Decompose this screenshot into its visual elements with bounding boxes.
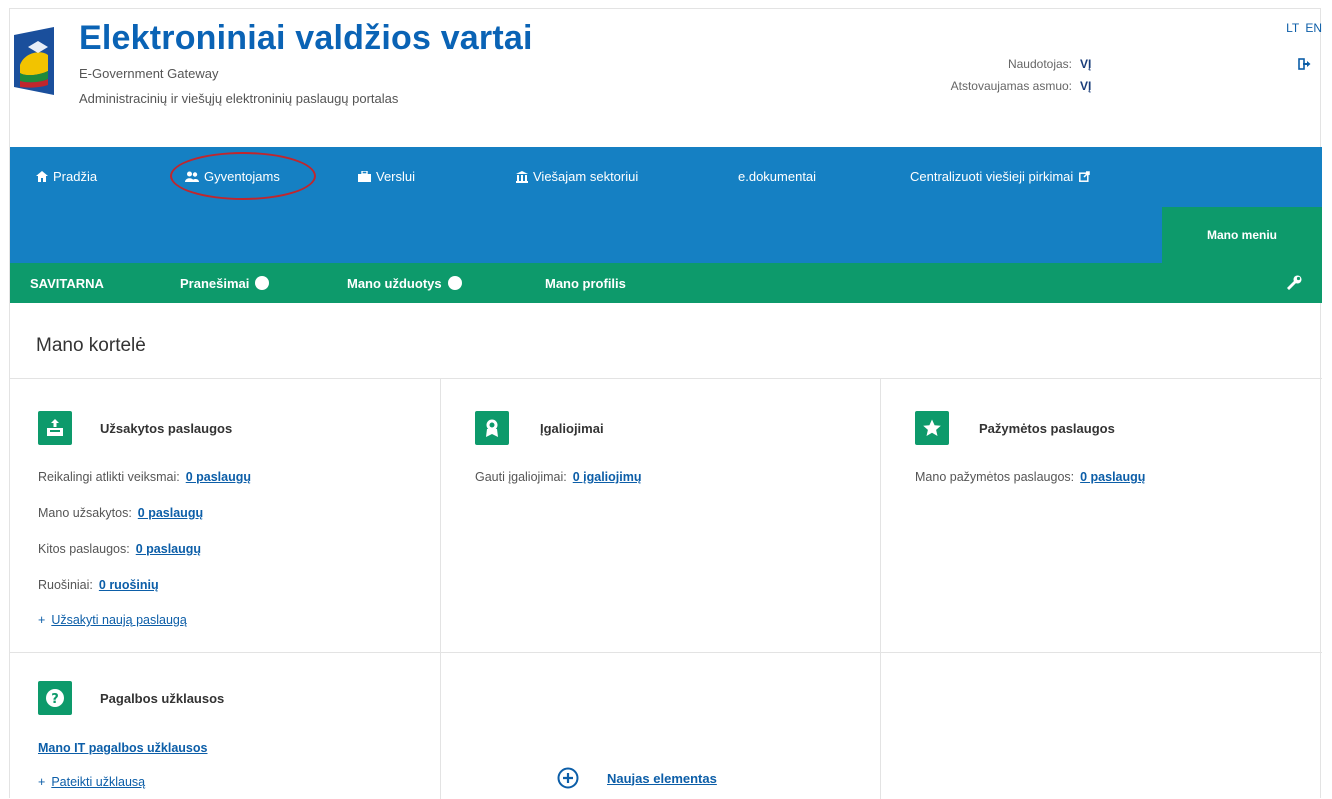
plus-icon: +: [38, 613, 46, 627]
briefcase-icon: [358, 171, 371, 182]
it-help-requests-link[interactable]: Mano IT pagalbos užklausos: [38, 741, 207, 755]
list-item: Mano IT pagalbos užklausos: [38, 741, 207, 755]
nav-label: Verslui: [376, 169, 416, 184]
tile-pazymetos-paslaugos: Pažymėtos paslaugos Mano pažymėtos pasla…: [881, 379, 1322, 653]
subnav-mano-profilis[interactable]: Mano profilis: [545, 263, 626, 303]
site-title[interactable]: Elektroniniai valdžios vartai: [79, 19, 533, 58]
row-label: Mano užsakytos:: [38, 506, 132, 520]
plus-icon: +: [38, 775, 46, 789]
represented-row: Atstovaujamas asmuo: VĮ: [940, 79, 1120, 93]
page: Elektroniniai valdžios vartai E-Governme…: [9, 8, 1322, 799]
nav-centralizuoti-pirkimai[interactable]: Centralizuoti viešieji pirkimai: [910, 169, 1091, 184]
list-item: Mano pažymėtos paslaugos: 0 paslaugų: [915, 470, 1145, 484]
nav-pradzia[interactable]: Pradžia: [36, 169, 97, 184]
subnav-savitarna[interactable]: SAVITARNA: [30, 263, 104, 303]
row-label: Gauti įgaliojimai:: [475, 470, 567, 484]
list-item: Ruošiniai: 0 ruošinių: [38, 578, 159, 592]
nav-verslui[interactable]: Verslui: [358, 169, 415, 184]
tile-title: Užsakytos paslaugos: [100, 421, 233, 436]
external-link-icon: [1079, 171, 1091, 182]
nav-viesajam-sektoriui[interactable]: Viešajam sektoriui: [516, 169, 638, 184]
tile-uzsakytos-paslaugos: Užsakytos paslaugos Reikalingi atlikti v…: [10, 379, 441, 653]
user-row: Naudotojas: VĮ: [940, 57, 1120, 71]
user-value: VĮ: [1080, 57, 1092, 71]
highlight-circle: [170, 152, 316, 200]
site-subtitle-en: E-Government Gateway: [79, 66, 219, 81]
user-label: Naudotojas:: [1007, 57, 1072, 71]
tile-pagalbos-uzklausos: ? Pagalbos užklausos Mano IT pagalbos už…: [10, 653, 441, 799]
main-navigation: Pradžia Gyventojams Verslui Viešajam sek…: [10, 147, 1322, 263]
subnav-mano-uzduotys[interactable]: Mano užduotys: [347, 263, 462, 303]
subnav-label: Pranešimai: [180, 275, 250, 291]
tile-title: Įgaliojimai: [540, 421, 604, 436]
nav-label: Viešajam sektoriui: [533, 169, 639, 184]
nav-e-dokumentai[interactable]: e.dokumentai: [738, 169, 816, 184]
tile-title: Pažymėtos paslaugos: [979, 421, 1115, 436]
lang-lt-link[interactable]: LT: [1286, 21, 1299, 35]
wrench-icon[interactable]: [1286, 275, 1302, 295]
order-new-service[interactable]: + Užsakyti naują paslaugą: [38, 613, 187, 627]
mano-meniu-tab[interactable]: Mano meniu: [1162, 207, 1322, 263]
row-label: Kitos paslaugos:: [38, 542, 130, 556]
task-badge: [447, 276, 462, 290]
lang-en-link[interactable]: EN: [1305, 21, 1322, 35]
notification-badge: [255, 276, 270, 290]
user-info: Naudotojas: VĮ Atstovaujamas asmuo: VĮ: [940, 57, 1120, 101]
add-new-element-link[interactable]: Naujas elementas: [607, 771, 717, 786]
subnav-label: Mano užduotys: [347, 275, 442, 291]
nav-label: e.dokumentai: [738, 169, 817, 184]
row-label: Reikalingi atlikti veiksmai:: [38, 470, 180, 484]
submit-request[interactable]: + Pateikti užklausą: [38, 775, 145, 789]
represented-value[interactable]: VĮ: [1080, 79, 1091, 93]
subnav-pranesimai[interactable]: Pranešimai: [180, 263, 270, 303]
language-switcher: LT EN: [1283, 21, 1322, 35]
list-item: Gauti įgaliojimai: 0 įgaliojimų: [475, 470, 641, 484]
help-icon: ?: [38, 681, 72, 715]
home-icon: [36, 171, 48, 182]
row-link[interactable]: 0 įgaliojimų: [573, 470, 642, 484]
list-item: Reikalingi atlikti veiksmai: 0 paslaugų: [38, 470, 251, 484]
tile-igaliojimai: Įgaliojimai Gauti įgaliojimai: 0 įgalioji…: [441, 379, 881, 653]
sub-navigation: SAVITARNA Pranešimai Mano užduotys Mano …: [10, 263, 1322, 303]
submit-request-link[interactable]: Pateikti užklausą: [51, 775, 145, 789]
order-icon: [38, 411, 72, 445]
add-new-element[interactable]: Naujas elementas: [557, 767, 717, 789]
site-subtitle-portal: Administracinių ir viešųjų elektroninių …: [79, 91, 399, 106]
row-link[interactable]: 0 paslaugų: [1080, 470, 1145, 484]
nav-label: Centralizuoti viešieji pirkimai: [910, 169, 1074, 184]
card-header: Mano kortelė: [10, 303, 1322, 379]
list-item: Mano užsakytos: 0 paslaugų: [38, 506, 203, 520]
authorization-icon: [475, 411, 509, 445]
card-title: Mano kortelė: [36, 335, 146, 356]
row-link[interactable]: 0 paslaugų: [138, 506, 203, 520]
row-label: Mano pažymėtos paslaugos:: [915, 470, 1075, 484]
empty-tile: [881, 653, 1322, 799]
row-label: Ruošiniai:: [38, 578, 93, 592]
represented-label: Atstovaujamas asmuo:: [950, 79, 1072, 93]
list-item: Kitos paslaugos: 0 paslaugų: [38, 542, 201, 556]
star-icon: [915, 411, 949, 445]
svg-text:?: ?: [51, 692, 59, 707]
logout-icon[interactable]: [1298, 57, 1312, 71]
nav-label: Pradžia: [53, 169, 98, 184]
row-link[interactable]: 0 paslaugų: [136, 542, 201, 556]
tile-naujas-elementas: Naujas elementas: [441, 653, 881, 799]
row-link[interactable]: 0 paslaugų: [186, 470, 251, 484]
subnav-label: SAVITARNA: [30, 275, 104, 291]
add-circle-icon: [557, 767, 579, 789]
subnav-label: Mano profilis: [545, 275, 626, 291]
site-logo[interactable]: [10, 25, 64, 97]
tile-title: Pagalbos užklausos: [100, 691, 225, 706]
institution-icon: [516, 170, 528, 183]
site-header: Elektroniniai valdžios vartai E-Governme…: [10, 9, 1322, 147]
row-link[interactable]: 0 ruošinių: [99, 578, 159, 592]
order-new-service-link[interactable]: Užsakyti naują paslaugą: [51, 613, 187, 627]
